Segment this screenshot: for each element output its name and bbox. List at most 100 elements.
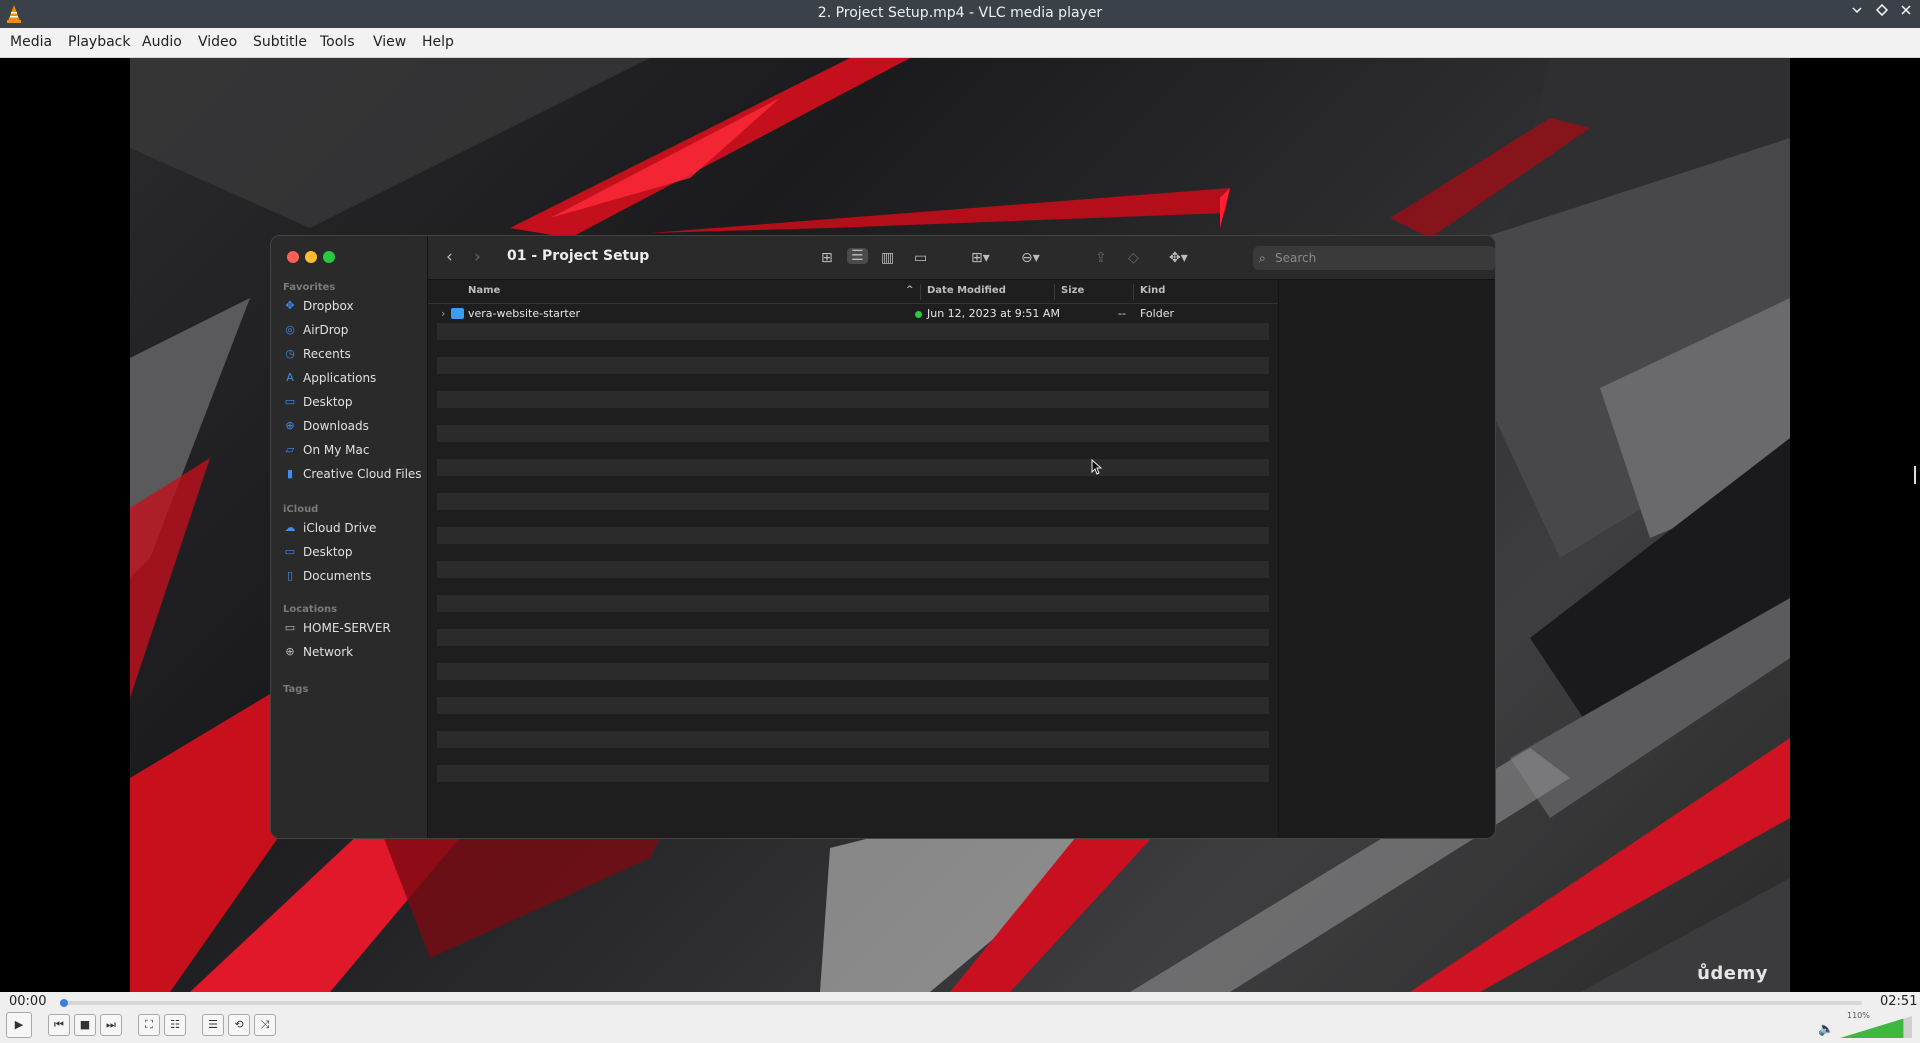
empty-row xyxy=(437,578,1269,595)
column-view-button[interactable]: ▥ xyxy=(881,250,894,266)
sidebar-section-locations: Locations xyxy=(283,604,338,615)
sidebar-item-desktop[interactable]: ▭ Desktop xyxy=(283,392,353,412)
column-divider xyxy=(920,284,921,300)
sidebar-item-documents[interactable]: ▯ Documents xyxy=(283,566,371,586)
action-button[interactable]: ⊖▾ xyxy=(1021,250,1040,266)
file-list: Name ^ Date Modified Size Kind › vera-we… xyxy=(428,280,1278,838)
column-kind[interactable]: Kind xyxy=(1140,285,1165,296)
dropbox-button[interactable]: ✥▾ xyxy=(1169,250,1188,266)
list-view-button[interactable]: ☰ xyxy=(847,248,868,264)
sidebar-item-recents[interactable]: ◷ Recents xyxy=(283,344,351,364)
stop-button[interactable]: ■ xyxy=(74,1014,96,1036)
loop-icon: ⟲ xyxy=(234,1018,244,1031)
sidebar-item-home-server[interactable]: ▭ HOME-SERVER xyxy=(283,618,391,638)
sidebar-section-favorites: Favorites xyxy=(283,282,336,293)
chevron-left-icon: ‹ xyxy=(446,247,453,267)
loop-button[interactable]: ⟲ xyxy=(228,1014,250,1036)
play-icon: ▶ xyxy=(14,1018,24,1031)
previous-button[interactable]: ⏮ xyxy=(48,1014,70,1036)
minimize-traffic-light[interactable] xyxy=(305,251,317,263)
sidebar-item-applications[interactable]: A Applications xyxy=(283,368,376,388)
empty-row xyxy=(437,476,1269,493)
disclosure-triangle-icon[interactable]: › xyxy=(441,307,445,320)
empty-row xyxy=(437,408,1269,425)
chevron-down-icon xyxy=(1852,7,1862,14)
back-button[interactable]: ‹ xyxy=(446,247,453,267)
menu-media[interactable]: Media xyxy=(10,34,52,50)
menu-help[interactable]: Help xyxy=(422,34,454,50)
sidebar-item-downloads[interactable]: ⊕ Downloads xyxy=(283,416,369,436)
sidebar-item-on-my-mac[interactable]: ▱ On My Mac xyxy=(283,440,370,460)
close-icon xyxy=(1901,5,1911,15)
close-traffic-light[interactable] xyxy=(287,251,299,263)
menu-video[interactable]: Video xyxy=(198,34,237,50)
elapsed-time: 00:00 xyxy=(9,994,47,1009)
random-button[interactable]: ⤨ xyxy=(254,1014,276,1036)
volume-slider[interactable] xyxy=(1840,1016,1912,1038)
icon-view-button[interactable]: ⊞ xyxy=(821,250,833,266)
speaker-icon[interactable]: 🔈 xyxy=(1818,1022,1834,1037)
empty-row xyxy=(437,612,1269,629)
video-frame: Favorites ✥ Dropbox ◎ AirDrop ◷ Recents A Ap… xyxy=(130,58,1790,992)
empty-row xyxy=(437,629,1269,646)
minimize-button[interactable] xyxy=(1848,4,1866,22)
menu-subtitle[interactable]: Subtitle xyxy=(253,34,307,50)
empty-row xyxy=(437,765,1269,782)
sync-status-icon xyxy=(915,311,922,318)
empty-row xyxy=(437,357,1269,374)
close-button[interactable] xyxy=(1897,4,1915,22)
chevron-right-icon: › xyxy=(474,247,481,267)
total-time: 02:51 xyxy=(1880,994,1918,1009)
group-button[interactable]: ⊞▾ xyxy=(971,250,990,266)
menu-view[interactable]: View xyxy=(373,34,406,50)
sidebar-item-airdrop[interactable]: ◎ AirDrop xyxy=(283,320,348,340)
seek-bar[interactable] xyxy=(60,999,1862,1007)
sidebar-item-creative-cloud-files[interactable]: ▮ Creative Cloud Files xyxy=(283,464,422,484)
globe-icon: ⊕ xyxy=(285,645,295,658)
maximize-button[interactable] xyxy=(1873,3,1891,22)
search-placeholder: Search xyxy=(1275,251,1317,265)
empty-row xyxy=(437,493,1269,510)
shuffle-icon: ⤨ xyxy=(260,1018,270,1031)
window-title: 2. Project Setup.mp4 - VLC media player xyxy=(817,5,1103,21)
sidebar-item-network[interactable]: ⊕ Network xyxy=(283,642,353,662)
column-date-modified[interactable]: Date Modified xyxy=(927,285,1006,296)
sidebar-item-dropbox[interactable]: ✥ Dropbox xyxy=(283,296,353,316)
file-date: Jun 12, 2023 at 9:51 AM xyxy=(927,307,1060,320)
dropbox-icon: ✥▾ xyxy=(1169,250,1188,266)
forward-button[interactable]: › xyxy=(474,247,481,267)
play-button[interactable]: ▶ xyxy=(6,1012,32,1038)
zoom-traffic-light[interactable] xyxy=(323,251,335,263)
fullscreen-icon: ⛶ xyxy=(145,1018,153,1031)
download-icon: ⊕ xyxy=(285,419,295,432)
share-button[interactable]: ⇪ xyxy=(1095,250,1107,266)
fullscreen-button[interactable]: ⛶ xyxy=(138,1014,160,1036)
playback-controls: 00:00 02:51 ▶ ⏮ ■ ⏭ ⛶ ☷ ☰ ⟲ ⤨ 🔈 110% xyxy=(0,992,1920,1043)
menu-audio[interactable]: Audio xyxy=(142,34,182,50)
table-row[interactable]: › vera-website-starter Jun 12, 2023 at 9… xyxy=(437,306,1269,323)
column-name[interactable]: Name xyxy=(468,285,500,296)
resize-handle[interactable] xyxy=(1914,466,1920,484)
preview-pane xyxy=(1278,280,1495,838)
desktop-icon: ▭ xyxy=(284,395,296,408)
sidebar-item-icloud-desktop[interactable]: ▭ Desktop xyxy=(283,542,353,562)
next-button[interactable]: ⏭ xyxy=(100,1014,122,1036)
menu-tools[interactable]: Tools xyxy=(320,34,355,50)
search-input[interactable]: ⌕ Search xyxy=(1253,246,1495,270)
menu-playback[interactable]: Playback xyxy=(68,34,130,50)
file-name: vera-website-starter xyxy=(468,307,581,320)
file-rows: › vera-website-starter Jun 12, 2023 at 9… xyxy=(437,306,1269,799)
monitor-icon: ▭ xyxy=(284,621,296,634)
more-icon: ⊖▾ xyxy=(1021,250,1040,266)
extended-settings-button[interactable]: ☷ xyxy=(164,1014,186,1036)
empty-row xyxy=(437,663,1269,680)
empty-row xyxy=(437,697,1269,714)
gallery-view-button[interactable]: ▭ xyxy=(914,250,927,266)
tag-button[interactable]: ◇ xyxy=(1128,250,1139,266)
video-area[interactable]: Favorites ✥ Dropbox ◎ AirDrop ◷ Recents A Ap… xyxy=(0,58,1920,992)
column-size[interactable]: Size xyxy=(1061,285,1084,296)
stop-icon: ■ xyxy=(79,1018,91,1031)
playlist-button[interactable]: ☰ xyxy=(202,1014,224,1036)
seek-handle[interactable] xyxy=(60,999,68,1007)
sidebar-item-icloud-drive[interactable]: ☁ iCloud Drive xyxy=(283,518,377,538)
